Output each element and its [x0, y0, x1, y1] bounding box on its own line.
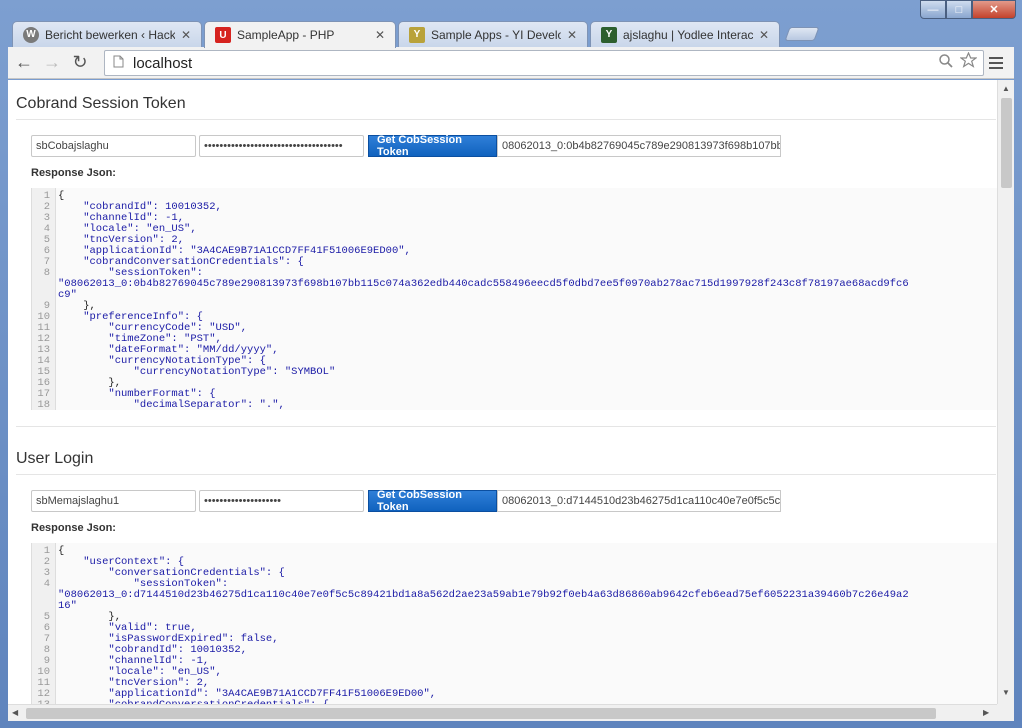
tab-ajslaghu[interactable]: Y ajslaghu | Yodlee Interacti ✕	[590, 21, 780, 47]
cobrand-password-input[interactable]	[199, 135, 364, 157]
reload-button[interactable]: ↻	[66, 49, 94, 77]
search-icon[interactable]	[938, 53, 954, 74]
maximize-button[interactable]: □	[946, 0, 972, 19]
line-number: 4	[43, 578, 50, 590]
get-user-session-token-button[interactable]: Get CobSession Token	[368, 489, 497, 513]
cobrand-section: Cobrand Session Token Get CobSession Tok…	[8, 80, 997, 430]
page-icon	[113, 55, 127, 71]
code-text: "08062013_0:d7144510d23b46275d1ca110c40e…	[58, 589, 909, 601]
divider	[16, 474, 996, 475]
scroll-left-icon[interactable]: ◀	[12, 708, 18, 717]
close-window-button[interactable]: ✕	[972, 0, 1016, 19]
vertical-scroll-thumb[interactable]	[1001, 98, 1012, 188]
user-response-code: 1{2 "userContext": {3 "conversationCrede…	[31, 543, 997, 704]
page-content: Cobrand Session Token Get CobSession Tok…	[8, 80, 997, 704]
tab-strip: W Bericht bewerken ‹ Hack d ✕ U SampleAp…	[12, 21, 820, 48]
tab-sample-apps[interactable]: Y Sample Apps - YI Develop ✕	[398, 21, 588, 47]
address-bar[interactable]: localhost	[104, 50, 984, 76]
line-number: 8	[43, 267, 50, 279]
cobrand-heading: Cobrand Session Token	[16, 95, 186, 112]
code-line: "08062013_0:d7144510d23b46275d1ca110c40e…	[32, 590, 997, 601]
back-button[interactable]: ←	[10, 49, 38, 77]
code-line: c9"	[32, 290, 997, 301]
forward-button[interactable]: →	[38, 49, 66, 77]
user-token-field[interactable]: 08062013_0:d7144510d23b46275d1ca110c40e7…	[497, 490, 781, 512]
code-line: 16"	[32, 601, 997, 612]
tab-title: ajslaghu | Yodlee Interacti	[623, 27, 753, 42]
tab-sampleapp-php[interactable]: U SampleApp - PHP ✕	[204, 21, 396, 48]
tab-title: Bericht bewerken ‹ Hack d	[45, 27, 175, 42]
browser-toolbar: ← → ↻ localhost	[8, 47, 1014, 79]
tab-title: Sample Apps - YI Develop	[431, 27, 561, 42]
response-json-label: Response Json:	[31, 167, 116, 179]
scroll-down-icon[interactable]: ▼	[1002, 688, 1010, 697]
vertical-scrollbar[interactable]: ▲ ▼	[997, 80, 1014, 704]
line-number: 18	[37, 399, 50, 411]
horizontal-scrollbar[interactable]: ◀ ▶	[8, 704, 997, 721]
response-json-label: Response Json:	[31, 522, 116, 534]
tab-close-icon[interactable]: ✕	[567, 28, 577, 42]
minimize-button[interactable]: —	[920, 0, 946, 19]
chrome-menu-icon[interactable]	[984, 51, 1008, 75]
cobrand-token-field[interactable]: 08062013_0:0b4b82769045c789e290813973f69…	[497, 135, 781, 157]
scroll-up-icon[interactable]: ▲	[1002, 84, 1010, 93]
code-line: 18 "decimalSeparator": ".",	[32, 399, 997, 411]
tab-close-icon[interactable]: ✕	[759, 28, 769, 42]
user-login-input[interactable]	[31, 490, 196, 512]
yodlee-y-icon: Y	[409, 26, 425, 43]
tab-bericht-bewerken[interactable]: W Bericht bewerken ‹ Hack d ✕	[12, 21, 202, 47]
browser-window: — □ ✕ W Bericht bewerken ‹ Hack d ✕ U Sa…	[0, 0, 1022, 728]
divider	[16, 426, 996, 427]
user-login-section: User Login Get CobSession Token 08062013…	[8, 435, 997, 704]
user-login-heading: User Login	[16, 450, 94, 467]
scrollbar-corner	[997, 704, 1014, 721]
new-tab-button[interactable]	[784, 27, 820, 41]
wordpress-icon: W	[23, 26, 39, 43]
get-cobsession-token-button[interactable]: Get CobSession Token	[368, 134, 497, 158]
cobrand-response-code: 1{2 "cobrandId": 10010352, 3 "channelId":…	[31, 188, 997, 410]
horizontal-scroll-thumb[interactable]	[26, 708, 936, 719]
tab-close-icon[interactable]: ✕	[181, 28, 191, 42]
code-line: 15 "currencyNotationType": "SYMBOL"	[32, 367, 997, 378]
tab-title: SampleApp - PHP	[237, 28, 335, 42]
url-text: localhost	[133, 54, 193, 72]
code-line: "08062013_0:0b4b82769045c789e290813973f6…	[32, 279, 997, 290]
page-viewport: Cobrand Session Token Get CobSession Tok…	[8, 80, 1014, 721]
yodlee-interactive-icon: Y	[601, 26, 617, 43]
code-text: "08062013_0:0b4b82769045c789e290813973f6…	[58, 278, 909, 290]
cobrand-login-input[interactable]	[31, 135, 196, 157]
window-caption-buttons: — □ ✕	[920, 0, 1016, 19]
user-password-input[interactable]	[199, 490, 364, 512]
divider	[16, 119, 996, 120]
bookmark-star-icon[interactable]	[959, 51, 978, 74]
code-text: "decimalSeparator": ".",	[58, 399, 285, 411]
tab-close-icon[interactable]: ✕	[375, 28, 385, 42]
u-logo-icon: U	[215, 27, 231, 43]
scroll-right-icon[interactable]: ▶	[983, 708, 989, 717]
